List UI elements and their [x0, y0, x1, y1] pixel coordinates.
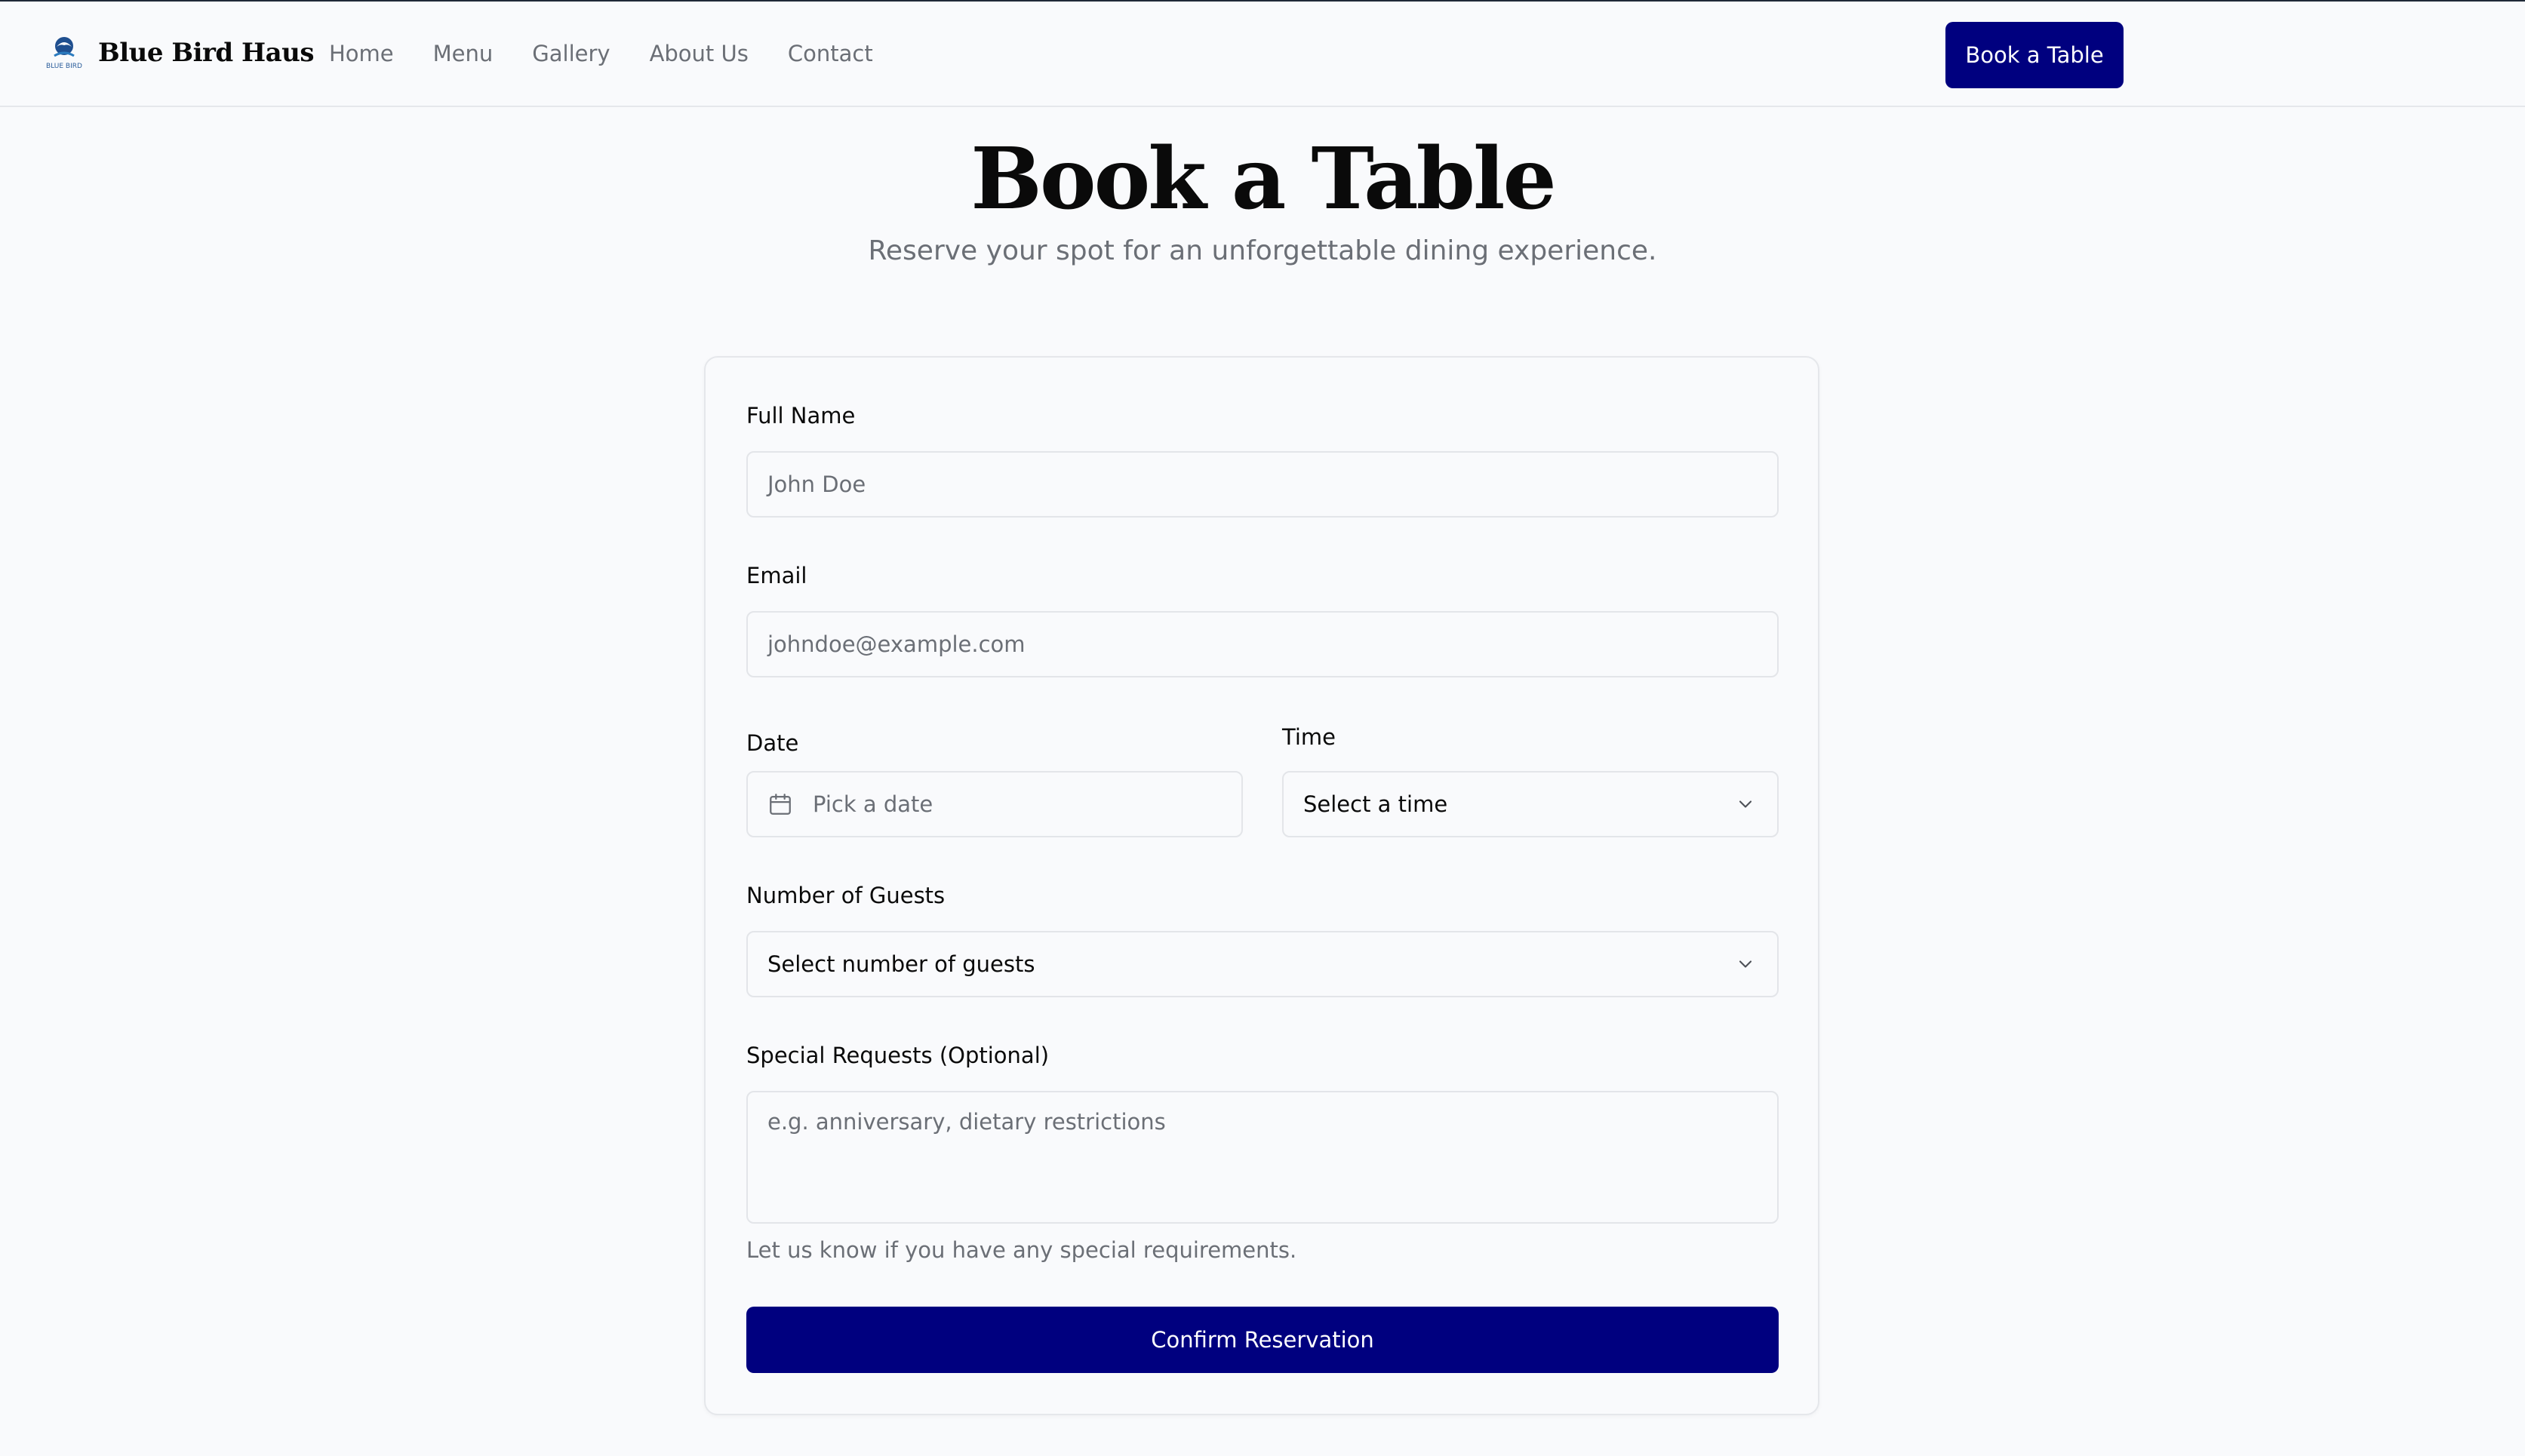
guests-select[interactable]: Select number of guests	[746, 931, 1779, 997]
chevron-down-icon	[1739, 800, 1752, 808]
special-requests-label: Special Requests (Optional)	[746, 1043, 1050, 1068]
full-name-placeholder: John Doe	[767, 472, 866, 497]
email-label: Email	[746, 563, 807, 588]
special-requests-placeholder: e.g. anniversary, dietary restrictions	[767, 1109, 1166, 1135]
calendar-icon	[770, 794, 791, 815]
svg-text:BLUE BIRD: BLUE BIRD	[46, 63, 82, 70]
email-placeholder: johndoe@example.com	[767, 631, 1026, 657]
brand-name: Blue Bird Haus	[98, 38, 315, 68]
reservation-form: Full Name John Doe Email johndoe@example…	[704, 356, 1819, 1415]
main-nav: Home Menu Gallery About Us Contact	[329, 41, 873, 66]
guests-select-value: Select number of guests	[767, 951, 1035, 977]
email-input[interactable]: johndoe@example.com	[746, 611, 1779, 677]
nav-contact[interactable]: Contact	[788, 41, 873, 66]
guests-label: Number of Guests	[746, 883, 946, 908]
nav-home[interactable]: Home	[329, 41, 394, 66]
time-select-value: Select a time	[1303, 791, 1448, 817]
confirm-reservation-button[interactable]: Confirm Reservation	[746, 1307, 1779, 1373]
full-name-input[interactable]: John Doe	[746, 451, 1779, 518]
page-title: Book a Table	[970, 130, 1557, 229]
nav-about-us[interactable]: About Us	[650, 41, 749, 66]
full-name-label: Full Name	[746, 403, 856, 429]
site-header: BLUE BIRD Blue Bird Haus Home Menu Galle…	[0, 2, 2525, 107]
time-label: Time	[1282, 724, 1336, 750]
blue-bird-logo-icon: BLUE BIRD	[41, 33, 88, 72]
date-label: Date	[746, 730, 799, 756]
special-requests-helper-text: Let us know if you have any special requ…	[746, 1237, 1297, 1263]
page-subtitle: Reserve your spot for an unforgettable d…	[868, 235, 1657, 266]
nav-menu[interactable]: Menu	[433, 41, 494, 66]
nav-gallery[interactable]: Gallery	[532, 41, 610, 66]
special-requests-textarea[interactable]: e.g. anniversary, dietary restrictions	[746, 1091, 1779, 1224]
book-a-table-button[interactable]: Book a Table	[1945, 22, 2124, 88]
date-placeholder: Pick a date	[813, 791, 933, 817]
brand[interactable]: BLUE BIRD Blue Bird Haus	[41, 33, 315, 72]
chevron-down-icon	[1739, 960, 1752, 968]
time-select[interactable]: Select a time	[1282, 771, 1779, 837]
date-picker[interactable]: Pick a date	[746, 771, 1243, 837]
